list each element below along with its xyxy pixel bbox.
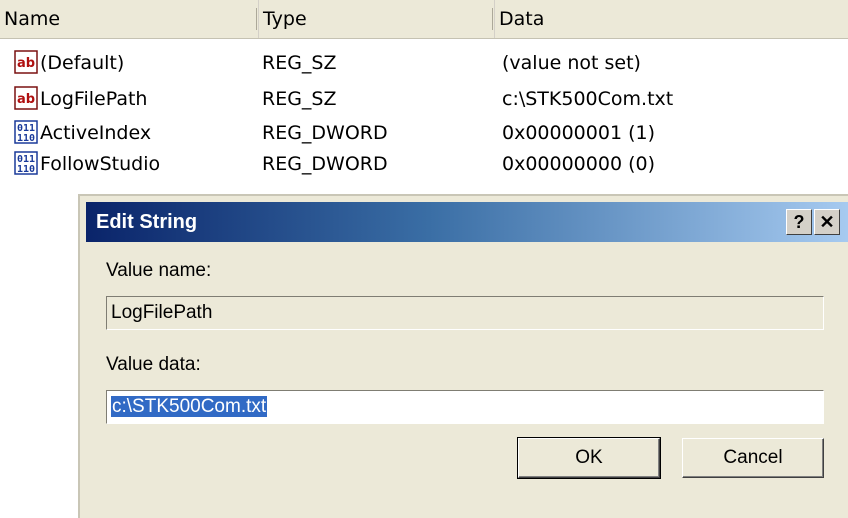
row-data: 0x00000001 (1) [502,122,655,144]
row-type: REG_SZ [262,52,337,74]
close-icon: ✕ [819,212,835,232]
row-name: LogFilePath [40,88,148,110]
ok-button[interactable]: OK [517,437,661,479]
svg-text:110: 110 [17,133,35,144]
row-data: 0x00000000 (0) [502,153,655,175]
column-header-name[interactable]: Name [0,0,258,38]
row-name: FollowStudio [40,153,161,175]
cancel-button[interactable]: Cancel [682,438,824,478]
row-type: REG_DWORD [262,153,388,175]
row-type: REG_DWORD [262,122,388,144]
value-data-text: c:\STK500Com.txt [111,396,268,417]
value-name-text: LogFilePath [111,302,213,323]
value-name-label: Value name: [106,260,212,281]
list-header: Name Type Data [0,0,848,39]
close-button[interactable]: ✕ [814,209,840,235]
string-value-icon: ab [14,50,38,74]
row-name: ActiveIndex [40,122,152,144]
svg-text:ab: ab [17,56,35,71]
string-value-icon: ab [14,86,38,110]
help-icon: ? [793,212,805,232]
row-type: REG_SZ [262,88,337,110]
row-name: (Default) [40,52,125,74]
value-data-input[interactable]: c:\STK500Com.txt [106,390,824,424]
binary-value-icon: 011 110 [14,151,38,175]
list-item[interactable]: ab (Default) REG_SZ (value not set) [0,46,848,80]
value-name-field: LogFilePath [106,296,824,330]
row-data: c:\STK500Com.txt [502,88,674,110]
edit-string-dialog: Edit String ? ✕ Value name: LogFilePath … [78,194,848,518]
svg-text:ab: ab [17,92,35,107]
row-data: (value not set) [502,52,641,74]
value-data-label: Value data: [106,354,201,375]
list-item[interactable]: 011 110 ActiveIndex REG_DWORD 0x00000001… [0,116,848,150]
dialog-titlebar[interactable]: Edit String ? ✕ [86,202,848,242]
binary-value-icon: 011 110 [14,120,38,144]
help-button[interactable]: ? [786,209,812,235]
column-header-type[interactable]: Type [256,0,494,38]
svg-text:110: 110 [17,164,35,175]
dialog-title: Edit String [96,211,198,233]
column-header-data[interactable]: Data [492,0,848,38]
list-item[interactable]: 011 110 FollowStudio REG_DWORD 0x0000000… [0,147,848,181]
list-item[interactable]: ab LogFilePath REG_SZ c:\STK500Com.txt [0,82,848,116]
